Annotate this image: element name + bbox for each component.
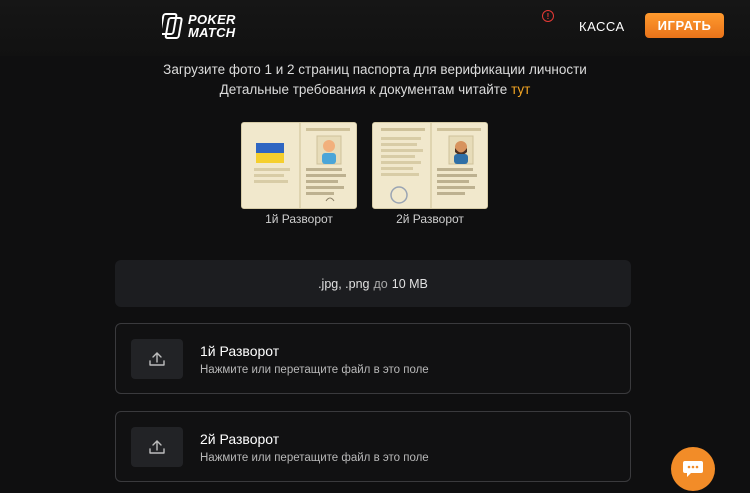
size-connector: до bbox=[373, 276, 388, 291]
passport-example-2 bbox=[372, 122, 488, 209]
upload-title-1: 1й Разворот bbox=[200, 343, 280, 359]
file-types: .jpg, .png bbox=[318, 276, 370, 291]
logo-text: POKER MATCH bbox=[188, 13, 236, 39]
upload-icon bbox=[149, 440, 165, 454]
logo-line-2: MATCH bbox=[188, 25, 236, 40]
intro-line-1: Загрузите фото 1 и 2 страниц паспорта дл… bbox=[163, 62, 587, 77]
chat-icon bbox=[683, 461, 703, 477]
upload-dropzone-1[interactable]: 1й Разворот Нажмите или перетащите файл … bbox=[115, 323, 631, 394]
top-header: POKER MATCH ! КАССА ИГРАТЬ bbox=[0, 0, 750, 56]
file-size-limit: 10 MB bbox=[391, 276, 428, 291]
upload-hint-1: Нажмите или перетащите файл в это поле bbox=[200, 364, 429, 376]
chat-button[interactable] bbox=[671, 447, 715, 491]
play-button[interactable]: ИГРАТЬ bbox=[645, 13, 724, 38]
passport-example-1-label: 1й Разворот bbox=[265, 212, 333, 226]
upload-button-1[interactable] bbox=[131, 339, 183, 379]
passport-spread-1-image bbox=[242, 123, 356, 208]
requirements-link[interactable]: тут bbox=[511, 82, 530, 97]
upload-dropzone-2[interactable]: 2й Разворот Нажмите или перетащите файл … bbox=[115, 411, 631, 482]
cashier-link[interactable]: КАССА bbox=[579, 19, 625, 34]
upload-title-2: 2й Разворот bbox=[200, 431, 280, 447]
upload-hint-2: Нажмите или перетащите файл в это поле bbox=[200, 452, 429, 464]
passport-example-1 bbox=[241, 122, 357, 209]
upload-button-2[interactable] bbox=[131, 427, 183, 467]
intro-line-2-text: Детальные требования к документам читайт… bbox=[219, 82, 508, 97]
alert-icon[interactable]: ! bbox=[542, 10, 554, 22]
upload-icon bbox=[149, 352, 165, 366]
passport-spread-2-image bbox=[373, 123, 487, 208]
passport-example-2-label: 2й Разворот bbox=[396, 212, 464, 226]
logo[interactable]: POKER MATCH bbox=[162, 10, 236, 42]
logo-icon bbox=[162, 13, 183, 39]
file-format-info: .jpg, .png до 10 MB bbox=[115, 260, 631, 307]
intro-line-2: Детальные требования к документам читайт… bbox=[0, 82, 750, 97]
